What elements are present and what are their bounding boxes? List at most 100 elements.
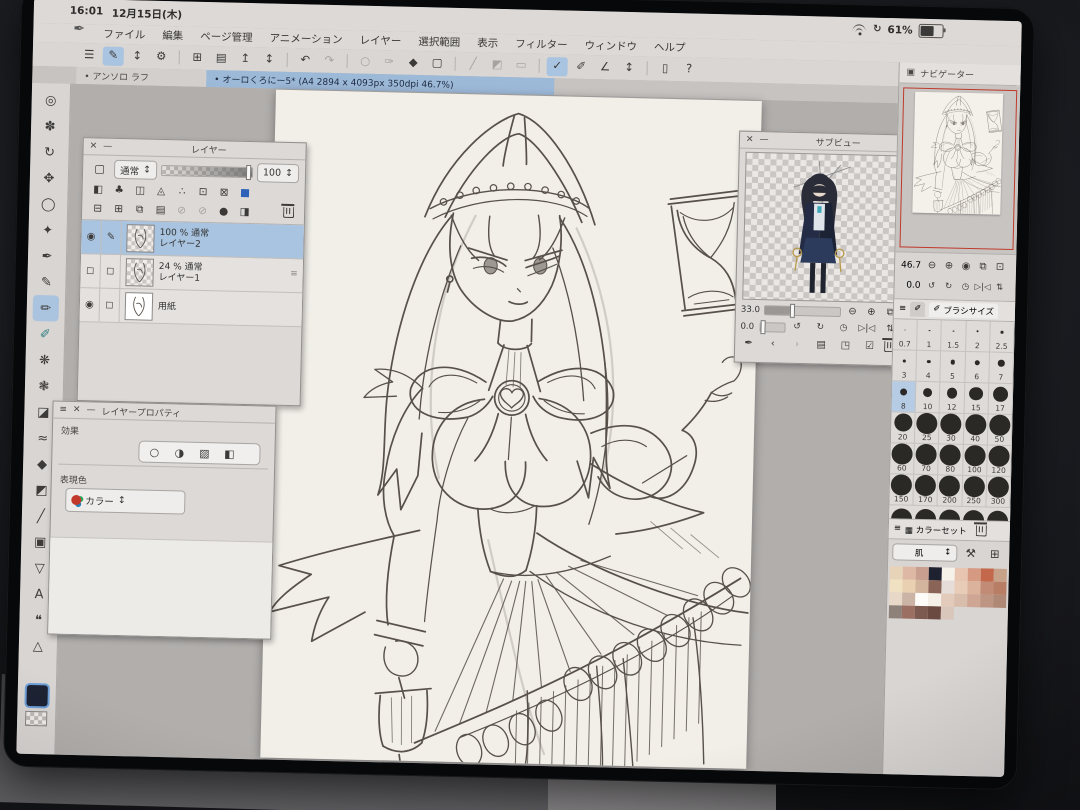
brush-size-cell[interactable]: 8	[892, 381, 917, 413]
open-image-button[interactable]: ▤	[813, 337, 830, 352]
color-swatch[interactable]	[968, 568, 981, 581]
brush-tool[interactable]: ✐	[32, 321, 59, 348]
brush-tab[interactable]: ✐	[910, 302, 925, 317]
selection-tool[interactable]: ◯	[35, 191, 62, 218]
companion-mode-button[interactable]: ▯	[654, 59, 675, 78]
menu-item[interactable]: ファイル	[103, 27, 145, 43]
brush-size-cell[interactable]: 150	[889, 474, 914, 506]
eyedropper-tool[interactable]: ✒	[34, 243, 61, 270]
snap-button[interactable]: ✓	[546, 57, 567, 76]
color-set-tab[interactable]: ▦ カラーセット	[905, 523, 967, 536]
color-swatch[interactable]	[903, 567, 916, 580]
correction-button[interactable]: ∠	[594, 58, 615, 77]
color-swatch[interactable]	[902, 593, 915, 606]
layer-visibility-toggle[interactable]: ◉	[81, 220, 102, 253]
new-canvas-button[interactable]: ⊞	[187, 48, 208, 67]
export-button[interactable]: ↥	[235, 49, 256, 68]
merge-down-icon[interactable]: ⊘	[193, 203, 212, 220]
brush-size-cell[interactable]: 50	[988, 415, 1013, 447]
fit-screen-button[interactable]: ⧉	[975, 260, 991, 275]
decoration-tool[interactable]: ❃	[31, 373, 58, 400]
playback-button[interactable]: ◳	[837, 338, 854, 353]
color-swatch[interactable]	[915, 593, 928, 606]
color-swatch[interactable]	[942, 567, 955, 580]
rotate-right-button[interactable]: ↻	[940, 279, 956, 294]
zoom-in-button[interactable]: ⊕	[941, 259, 957, 274]
edit-color-set-button[interactable]: ⚒	[960, 544, 981, 563]
layer-edit-indicator[interactable]: ✎	[101, 221, 122, 254]
brush-size-cell[interactable]: 3	[892, 350, 917, 382]
zoom-tool[interactable]: ◎	[37, 87, 64, 114]
brush-size-cell[interactable]: 30	[939, 413, 964, 445]
close-icon[interactable]: ✕	[73, 405, 81, 414]
layer-opacity-slider[interactable]	[161, 165, 253, 178]
color-swatch[interactable]	[902, 606, 915, 619]
brush-size-cell[interactable]: 6	[965, 352, 990, 384]
expression-color-dropdown[interactable]: カラー ↕	[65, 488, 186, 515]
color-swatch[interactable]	[928, 606, 941, 619]
flip-horizontal-button[interactable]: ▷|◁	[858, 321, 875, 336]
brush-size-cell[interactable]: 120	[987, 445, 1012, 477]
operation-tool-button[interactable]: ✎	[103, 46, 124, 65]
brush-size-cell[interactable]: 7	[989, 353, 1014, 385]
layer-opacity-value[interactable]: 100 ↕	[257, 163, 300, 183]
color-swatch[interactable]	[994, 569, 1007, 582]
brush-size-cell[interactable]: 15	[964, 383, 989, 415]
next-image-button[interactable]: ›	[788, 337, 805, 352]
palette-combine-button[interactable]: ▢	[89, 159, 110, 178]
color-swatch[interactable]	[941, 593, 954, 606]
brush-size-cell[interactable]: 100	[963, 445, 988, 477]
brush-size-cell[interactable]: 250	[962, 476, 987, 508]
halftone-icon[interactable]: ▨	[193, 443, 215, 463]
rotate-left-button[interactable]: ↺	[923, 278, 939, 293]
main-menu-button[interactable]: ☰	[79, 45, 100, 64]
lock-layer-icon[interactable]: ◫	[130, 182, 149, 199]
brush-size-tab-active[interactable]: ✐ ブラシサイズ	[929, 302, 998, 319]
color-swatch[interactable]	[941, 580, 954, 593]
flip-horizontal-button[interactable]: ▷|◁	[974, 280, 990, 295]
brush-stepper[interactable]: ↕	[618, 58, 639, 77]
redo-button[interactable]: ↷	[318, 51, 339, 70]
menu-item[interactable]: ヘルプ	[654, 40, 686, 56]
separator[interactable]	[179, 50, 180, 64]
separator[interactable]	[646, 61, 647, 75]
blend-mode-dropdown[interactable]: 通常 ↕	[114, 160, 157, 180]
drag-handle-icon[interactable]: ≡	[290, 270, 298, 279]
layer-row[interactable]: ◉ ✎ 100 % 通常 レイヤー2	[81, 220, 304, 259]
brush-size-cell[interactable]: 10	[916, 382, 941, 414]
brush-size-cell[interactable]: 4	[917, 351, 942, 383]
palette-menu-icon[interactable]: ≡	[899, 305, 906, 314]
layer-mask-icon[interactable]: ◧	[88, 181, 107, 198]
brush-size-cell[interactable]: 1	[917, 320, 942, 352]
lock-transparent-icon[interactable]: ◬	[151, 183, 170, 200]
minimize-icon[interactable]: —	[103, 142, 112, 151]
add-color-button[interactable]: ⊞	[984, 544, 1005, 563]
navigator-tab[interactable]: ▣ ナビゲーター	[899, 62, 1020, 86]
crop-button[interactable]: ▢	[426, 54, 447, 73]
color-swatch[interactable]	[928, 580, 941, 593]
color-swatch[interactable]	[967, 594, 980, 607]
color-swatch[interactable]	[915, 606, 928, 619]
reset-rotation-button[interactable]: ◷	[835, 321, 852, 336]
menu-item[interactable]: フィルター	[515, 36, 568, 52]
close-icon[interactable]: ✕	[746, 135, 754, 144]
brush-size-cell[interactable]: 300	[986, 476, 1011, 508]
fullscreen-button[interactable]: ⊡	[992, 260, 1008, 275]
layer-row[interactable]: ◻ ◻ 24 % 通常 レイヤー1 ≡	[80, 254, 303, 293]
open-file-button[interactable]: ▤	[211, 49, 232, 68]
brush-size-cell[interactable]: 25	[915, 413, 940, 445]
palette-menu-icon[interactable]: ≡	[894, 525, 901, 534]
brush-size-cell[interactable]: 200	[938, 475, 963, 507]
separator[interactable]	[347, 54, 348, 68]
navigator-view-frame[interactable]	[899, 87, 1017, 250]
select-pen-button[interactable]: ✑	[378, 53, 399, 72]
layer-visibility-toggle[interactable]: ◉	[80, 288, 101, 321]
move-tool[interactable]: ✥	[36, 165, 63, 192]
brush-size-cell[interactable]: 2	[966, 321, 991, 353]
line-tool-button[interactable]: ╱	[462, 55, 483, 74]
color-swatch[interactable]	[981, 568, 994, 581]
layer-row[interactable]: ◉ ◻ 用紙	[79, 288, 302, 327]
zoom-out-button[interactable]: ⊖	[924, 258, 940, 273]
menu-item[interactable]: レイヤー	[359, 33, 401, 49]
pencil-tool[interactable]: ✏	[33, 295, 60, 322]
